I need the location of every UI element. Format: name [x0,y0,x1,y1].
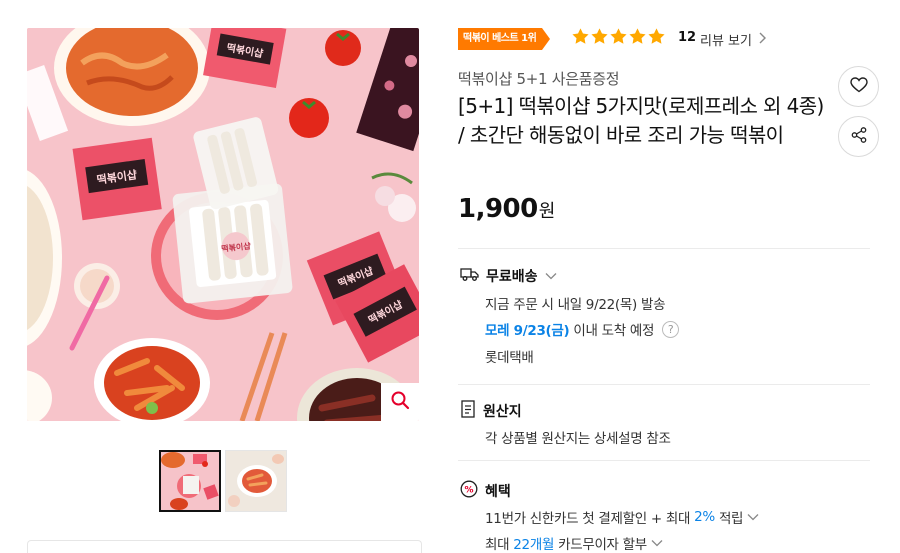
divider [458,384,870,385]
price-value: 1,900 [458,194,538,224]
benefits-header: % 혜택 [460,480,511,502]
chevron-down-icon [545,268,557,284]
review-link-label: 리뷰 보기 [700,34,752,49]
magnifier-icon [390,390,410,414]
delivery-ship-info: 지금 주문 시 내일 9/22(목) 발송 [485,297,666,313]
product-photo: 떡볶이샵 떡볶이샵 떡볶이샵 떡볶이샵 떡볶이샵 [27,28,419,421]
review-count: 12 [678,30,697,45]
benefits-title: 혜택 [485,484,511,500]
best-badge[interactable]: 떡볶이 베스트 1위 [458,28,551,50]
chevron-down-icon [747,509,759,525]
seller-name[interactable]: 떡볶이샵 5+1 사은품증정 [458,68,620,89]
product-title: [5+1] 떡볶이샵 5가지맛(로제프레소 외 4종) / 초간단 해동없이 바… [458,94,824,147]
star-icon [572,28,589,44]
thumbnail-image [226,451,286,511]
star-icon [591,28,608,44]
price-unit: 원 [538,201,556,222]
delivery-header[interactable]: 무료배송 [460,266,557,286]
arrival-suffix: 이내 도착 예정 [573,323,655,339]
benefit-2-months: 22개월 [513,537,555,553]
document-icon [460,400,476,422]
share-icon [850,126,868,148]
chevron-down-icon [651,535,663,551]
benefit-1-prefix: 11번가 신한카드 첫 결제할인 + 최대 [485,511,691,527]
thumbnail-image [161,452,219,510]
origin-text: 각 상품별 원산지는 상세설명 참조 [485,431,671,447]
thumbnail-list [159,450,287,512]
origin-header: 원산지 [460,400,522,422]
star-icon [629,28,646,44]
benefit-1-suffix: 적립 [718,511,744,527]
benefit-card-discount[interactable]: 11번가 신한카드 첫 결제할인 + 최대 2% 적립 [485,507,759,527]
benefit-1-pct: 2% [694,509,715,525]
divider [458,248,870,249]
delivery-arrival: 모레 9/23(금) 이내 도착 예정 ? [485,319,680,339]
question-icon[interactable]: ? [662,320,680,338]
truck-icon [460,266,479,286]
divider [458,460,870,461]
rating-stars [571,27,666,46]
benefit-installment[interactable]: 최대 22개월 카드무이자 할부 [485,533,663,553]
like-button[interactable] [838,66,879,107]
share-button[interactable] [838,116,879,157]
product-main-image[interactable]: 떡볶이샵 떡볶이샵 떡볶이샵 떡볶이샵 떡볶이샵 [27,28,419,421]
zoom-button[interactable] [381,383,419,421]
star-icon [648,28,665,44]
benefit-2-suffix: 카드무이자 할부 [558,537,647,553]
review-link[interactable]: 리뷰 보기 [700,30,766,49]
courier-name: 롯데택배 [485,350,534,366]
best-badge-arrow [542,28,551,50]
option-box [27,540,422,553]
heart-icon [849,76,868,97]
svg-text:%: % [464,486,473,496]
arrival-date: 모레 9/23(금) [485,323,570,339]
best-badge-label: 떡볶이 베스트 1위 [458,28,543,50]
thumbnail-1[interactable] [159,450,221,512]
percent-icon: % [460,480,478,502]
delivery-title: 무료배송 [486,269,538,285]
origin-title: 원산지 [483,404,522,420]
thumbnail-2[interactable] [225,450,287,512]
chevron-right-icon [758,32,766,48]
star-icon [610,28,627,44]
benefit-2-prefix: 최대 [485,537,510,553]
product-price: 1,900 원 [458,194,555,224]
